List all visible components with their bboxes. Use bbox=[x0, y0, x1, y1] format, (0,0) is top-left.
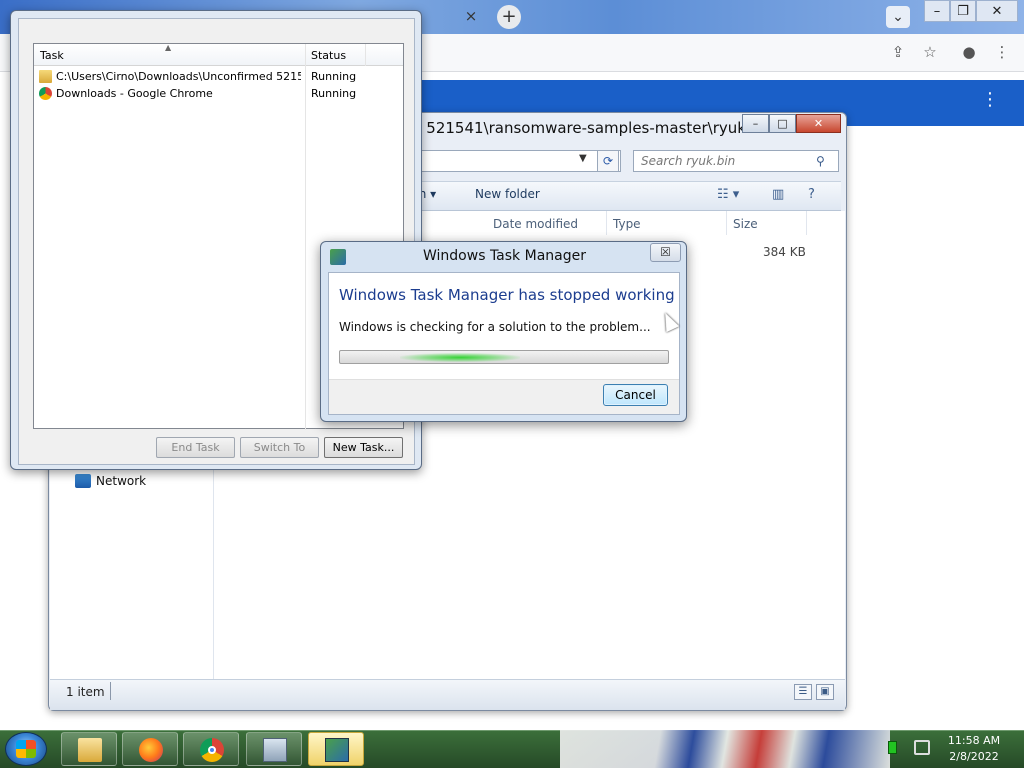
clock-date[interactable]: 2/8/2022 bbox=[944, 750, 1004, 763]
status-divider bbox=[110, 682, 111, 700]
change-view-icon[interactable]: ☷ ▾ bbox=[717, 187, 739, 202]
dialog-close-button[interactable]: ☒ bbox=[650, 243, 681, 262]
task-row[interactable]: Downloads - Google Chrome Running bbox=[34, 86, 403, 103]
close-button[interactable]: ✕ bbox=[976, 0, 1018, 22]
error-dialog: Windows Task Manager ☒ Windows Task Mana… bbox=[320, 241, 687, 422]
column-size[interactable]: Size bbox=[733, 217, 758, 231]
cancel-button[interactable]: Cancel bbox=[603, 384, 668, 406]
task-name: Downloads - Google Chrome bbox=[56, 87, 213, 100]
chrome-menu-icon[interactable]: ⋮ bbox=[991, 41, 1013, 63]
sort-arrow-icon: ▲ bbox=[165, 43, 172, 52]
column-type[interactable]: Type bbox=[613, 217, 641, 231]
search-icon[interactable]: ⚲ bbox=[816, 154, 825, 168]
dialog-message: Windows is checking for a solution to th… bbox=[339, 320, 651, 334]
tab-search-chevron-icon[interactable]: ⌄ bbox=[886, 6, 910, 28]
progress-marquee bbox=[400, 353, 520, 362]
minimize-button[interactable]: – bbox=[924, 0, 950, 22]
taskbar-chrome[interactable] bbox=[183, 732, 239, 766]
status-bar bbox=[50, 679, 845, 710]
clock-time[interactable]: 11:58 AM bbox=[944, 734, 1004, 747]
explorer-close-button[interactable]: ✕ bbox=[796, 114, 841, 133]
address-bar[interactable] bbox=[414, 150, 621, 172]
refresh-icon[interactable]: ⟳ bbox=[597, 150, 619, 172]
column-date-modified[interactable]: Date modified bbox=[493, 217, 578, 231]
progress-bar bbox=[339, 350, 669, 364]
restore-button[interactable]: ❐ bbox=[950, 0, 976, 22]
dialog-heading: Windows Task Manager has stopped working bbox=[339, 286, 675, 304]
nav-item-network[interactable]: Network bbox=[96, 474, 146, 488]
task-list-header: ▲ Task Status bbox=[34, 43, 403, 66]
chrome-icon bbox=[39, 87, 52, 100]
details-view-icon[interactable]: ☰ bbox=[794, 684, 812, 700]
task-name: C:\Users\Cirno\Downloads\Unconfirmed 521… bbox=[56, 70, 301, 83]
taskbar-task-manager[interactable] bbox=[246, 732, 302, 766]
column-divider bbox=[806, 211, 807, 235]
folder-icon bbox=[39, 70, 52, 83]
task-row[interactable]: C:\Users\Cirno\Downloads\Unconfirmed 521… bbox=[34, 69, 403, 86]
column-divider bbox=[606, 211, 607, 235]
new-task-button[interactable]: New Task... bbox=[324, 437, 403, 458]
dialog-title: Windows Task Manager bbox=[423, 248, 586, 264]
folder-icon bbox=[78, 738, 102, 762]
new-tab-button[interactable]: + bbox=[497, 5, 521, 29]
column-task[interactable]: Task bbox=[40, 49, 64, 62]
taskbar-wallpaper-art bbox=[560, 730, 890, 768]
task-status: Running bbox=[311, 70, 357, 83]
task-status: Running bbox=[311, 87, 357, 100]
explorer-window-title: d 521541\ransomware-samples-master\ryuk.… bbox=[412, 119, 774, 137]
column-divider bbox=[365, 44, 366, 66]
help-icon[interactable]: ? bbox=[808, 187, 815, 202]
explorer-minimize-button[interactable]: – bbox=[742, 114, 769, 133]
new-folder-button[interactable]: New folder bbox=[475, 187, 540, 201]
preview-pane-icon[interactable]: ▥ bbox=[772, 187, 784, 202]
taskbar-error-dialog[interactable] bbox=[308, 732, 364, 766]
item-count: 1 item bbox=[66, 685, 105, 699]
column-status[interactable]: Status bbox=[311, 49, 346, 62]
profile-avatar-icon[interactable]: ● bbox=[958, 41, 980, 63]
taskbar-explorer[interactable] bbox=[61, 732, 117, 766]
explorer-maximize-button[interactable]: □ bbox=[769, 114, 796, 133]
share-icon[interactable]: ⇪ bbox=[887, 41, 909, 63]
end-task-button[interactable]: End Task bbox=[156, 437, 235, 458]
taskbar-firefox[interactable] bbox=[122, 732, 178, 766]
address-dropdown-icon[interactable]: ▼ bbox=[579, 153, 587, 164]
bookmark-star-icon[interactable]: ☆ bbox=[919, 41, 941, 63]
downloads-more-icon[interactable]: ⋮ bbox=[978, 88, 1002, 112]
windows-logo-icon bbox=[16, 740, 36, 758]
firefox-icon bbox=[139, 738, 163, 762]
tab-close-icon[interactable]: × bbox=[462, 7, 480, 25]
switch-to-button[interactable]: Switch To bbox=[240, 437, 319, 458]
search-input[interactable]: Search ryuk.bin bbox=[633, 150, 839, 172]
network-icon bbox=[75, 474, 91, 488]
task-manager-icon bbox=[263, 738, 287, 762]
tray-activity-icon[interactable] bbox=[888, 741, 897, 754]
network-tray-icon[interactable] bbox=[914, 740, 930, 755]
large-icons-view-icon[interactable]: ▣ bbox=[816, 684, 834, 700]
chrome-icon bbox=[200, 738, 224, 762]
error-reporting-icon bbox=[325, 738, 349, 762]
column-divider bbox=[726, 211, 727, 235]
file-size-value: 384 KB bbox=[763, 245, 806, 259]
